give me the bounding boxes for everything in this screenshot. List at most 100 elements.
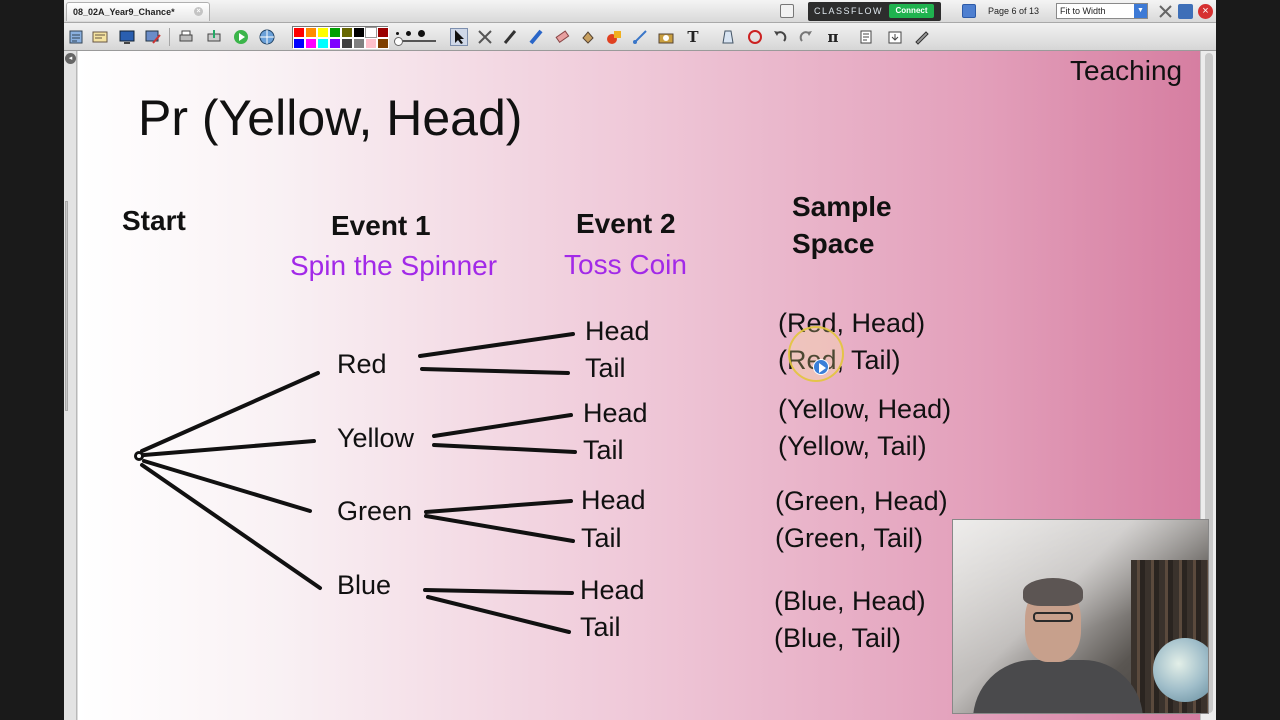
left-dock: ◂	[64, 51, 77, 720]
camera-icon[interactable]	[657, 28, 675, 46]
browser-icon[interactable]	[91, 28, 109, 46]
pen-width-slider[interactable]	[398, 40, 436, 42]
reset-icon[interactable]	[746, 28, 764, 46]
pen-size-dot	[406, 31, 411, 36]
document-tab[interactable]: 08_02A_Year9_Chance* ×	[66, 2, 210, 21]
cursor-play-icon	[813, 359, 829, 375]
branch-blue-head	[423, 588, 574, 595]
color-swatch[interactable]	[317, 27, 329, 38]
event1-subtitle: Spin the Spinner	[290, 250, 498, 281]
connect-button[interactable]: Connect	[889, 4, 934, 18]
clear-icon[interactable]	[719, 28, 737, 46]
pi-icon[interactable]: π	[824, 28, 842, 46]
branch-red-tail	[420, 367, 570, 375]
branch-green-tail	[424, 514, 575, 543]
outcome-blue-tail: Tail	[580, 612, 621, 642]
connector-icon[interactable]	[631, 28, 649, 46]
start-node-center	[137, 454, 141, 458]
main-toolbar: T π	[64, 23, 1216, 51]
undo-icon[interactable]	[771, 28, 789, 46]
branch-blue-tail	[426, 595, 571, 634]
redo-icon[interactable]	[797, 28, 815, 46]
outcome-red-head: Head	[585, 316, 650, 346]
color-swatch[interactable]	[317, 38, 329, 49]
webcam-globe	[1153, 638, 1208, 702]
dock-toggle-icon[interactable]: ◂	[65, 53, 76, 64]
chevron-down-icon[interactable]: ▼	[1134, 4, 1147, 18]
color-swatch[interactable]	[341, 38, 353, 49]
play-icon[interactable]	[232, 28, 250, 46]
color-swatch[interactable]	[365, 38, 377, 49]
eraser-icon[interactable]	[553, 28, 571, 46]
page-title: Pr (Yellow, Head)	[138, 90, 523, 146]
desktop-icon[interactable]	[118, 28, 136, 46]
color-swatch[interactable]	[341, 27, 353, 38]
fill-icon[interactable]	[579, 28, 597, 46]
branch-red-head	[418, 332, 575, 358]
color-swatch[interactable]	[329, 27, 341, 38]
event1-node-green: Green	[337, 496, 413, 526]
close-icon[interactable]: ×	[194, 7, 203, 16]
notes-icon[interactable]	[780, 4, 794, 18]
branch-start-yellow	[142, 439, 316, 457]
zoom-select[interactable]: Fit to Width ▼	[1056, 3, 1148, 19]
sample-space-heading-line2: Space	[792, 228, 875, 259]
outcome-green-tail: Tail	[581, 523, 622, 553]
outcome-green-head: Head	[581, 485, 646, 515]
pen-width-slider-knob[interactable]	[394, 37, 403, 46]
export-icon[interactable]	[205, 28, 223, 46]
color-swatch[interactable]	[305, 27, 317, 38]
sample-green-tail: (Green, Tail)	[775, 523, 924, 553]
event1-node-blue: Blue	[337, 570, 392, 600]
download-icon[interactable]	[886, 28, 904, 46]
branch-yellow-head	[432, 413, 573, 438]
event1-node-yellow: Yellow	[337, 423, 415, 453]
print-icon[interactable]	[177, 28, 195, 46]
edit-icon[interactable]	[913, 28, 931, 46]
page-browser-icon[interactable]	[962, 4, 976, 18]
event2-heading: Event 2	[576, 208, 676, 239]
outcome-yellow-tail: Tail	[583, 435, 624, 465]
color-swatch[interactable]	[377, 38, 389, 49]
presenter-video-icon	[952, 519, 1209, 714]
sample-blue-tail: (Blue, Tail)	[774, 623, 902, 653]
toolbar-separator	[169, 28, 170, 46]
page-indicator: Page 6 of 13	[988, 6, 1040, 16]
color-swatch[interactable]	[305, 38, 317, 49]
classflow-label: CLASSFLOW	[814, 6, 884, 16]
color-swatch[interactable]	[365, 27, 377, 38]
color-swatch[interactable]	[293, 38, 305, 49]
text-icon[interactable]: T	[684, 28, 702, 46]
color-swatch[interactable]	[293, 27, 305, 38]
sample-yellow-tail: (Yellow, Tail)	[778, 431, 927, 461]
close-app-icon[interactable]: ×	[1198, 4, 1213, 19]
color-swatch[interactable]	[353, 27, 365, 38]
dock-handle[interactable]	[65, 201, 68, 411]
corner-label: Teaching	[1070, 55, 1183, 86]
shape-icon[interactable]	[605, 28, 623, 46]
sample-yellow-head: (Yellow, Head)	[778, 394, 952, 424]
color-swatch[interactable]	[377, 27, 389, 38]
outcome-yellow-head: Head	[583, 398, 648, 428]
color-swatch[interactable]	[329, 38, 341, 49]
page-sorter-icon[interactable]	[67, 28, 85, 46]
pen-size-dot	[396, 32, 399, 35]
annotate-icon[interactable]	[144, 28, 162, 46]
window-mode-icon[interactable]	[1178, 4, 1193, 19]
notes-icon[interactable]	[857, 28, 875, 46]
pen-icon[interactable]	[501, 28, 519, 46]
event1-heading: Event 1	[331, 210, 431, 241]
branch-start-blue	[140, 463, 322, 590]
magic-tools-icon[interactable]	[476, 28, 494, 46]
event2-subtitle: Toss Coin	[564, 249, 687, 280]
web-icon[interactable]	[258, 28, 276, 46]
branch-start-red	[140, 371, 320, 453]
fullscreen-icon[interactable]	[1158, 4, 1173, 19]
document-tab-title: 08_02A_Year9_Chance*	[73, 7, 175, 17]
highlighter-icon[interactable]	[527, 28, 545, 46]
presenter-glasses	[1033, 612, 1073, 622]
sample-blue-head: (Blue, Head)	[774, 586, 926, 616]
color-swatch[interactable]	[353, 38, 365, 49]
branch-green-head	[424, 499, 573, 514]
select-icon[interactable]	[450, 28, 468, 46]
